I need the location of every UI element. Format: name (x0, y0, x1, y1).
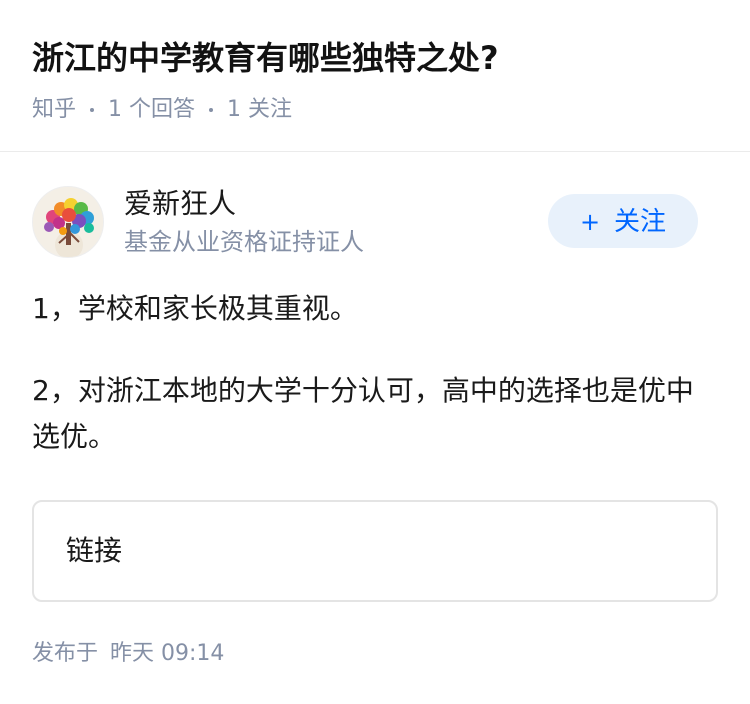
question-header: 浙江的中学教育有哪些独特之处? 知乎 1 个回答 1 关注 (32, 30, 722, 130)
publish-prefix: 发布于 (32, 641, 99, 666)
answer-paragraph: 1，学校和家长极其重视。 (32, 292, 358, 325)
author-row: 爱新狂人 基金从业资格证持证人 + 关注 (32, 186, 718, 260)
link-card-label: 链接 (66, 534, 123, 567)
meta-separator-dot (90, 108, 95, 112)
publish-time: 发布于 昨天 09:14 (32, 632, 224, 676)
plus-icon: + (579, 208, 601, 236)
answers-count[interactable]: 1 个回答 (108, 90, 195, 130)
source-label[interactable]: 知乎 (32, 90, 76, 130)
author-description: 基金从业资格证持证人 (124, 228, 364, 256)
question-title[interactable]: 浙江的中学教育有哪些独特之处? (32, 30, 722, 86)
follow-button[interactable]: + 关注 (548, 194, 698, 248)
followers-count[interactable]: 1 关注 (227, 90, 292, 130)
link-card[interactable]: 链接 (32, 500, 718, 602)
question-meta: 知乎 1 个回答 1 关注 (32, 90, 722, 130)
answer-body: 1，学校和家长极其重视。 2，对浙江本地的大学十分认可，高中的选择也是优中选优。 (32, 286, 718, 460)
follow-label: 关注 (614, 207, 667, 237)
publish-timestamp: 昨天 09:14 (110, 641, 225, 666)
header-divider (0, 151, 750, 152)
tree-avatar-icon (33, 187, 103, 257)
answer-paragraph: 2，对浙江本地的大学十分认可，高中的选择也是优中选优。 (32, 374, 694, 453)
author-name[interactable]: 爱新狂人 (124, 184, 236, 224)
meta-separator-dot (209, 108, 214, 112)
avatar[interactable] (32, 186, 104, 258)
